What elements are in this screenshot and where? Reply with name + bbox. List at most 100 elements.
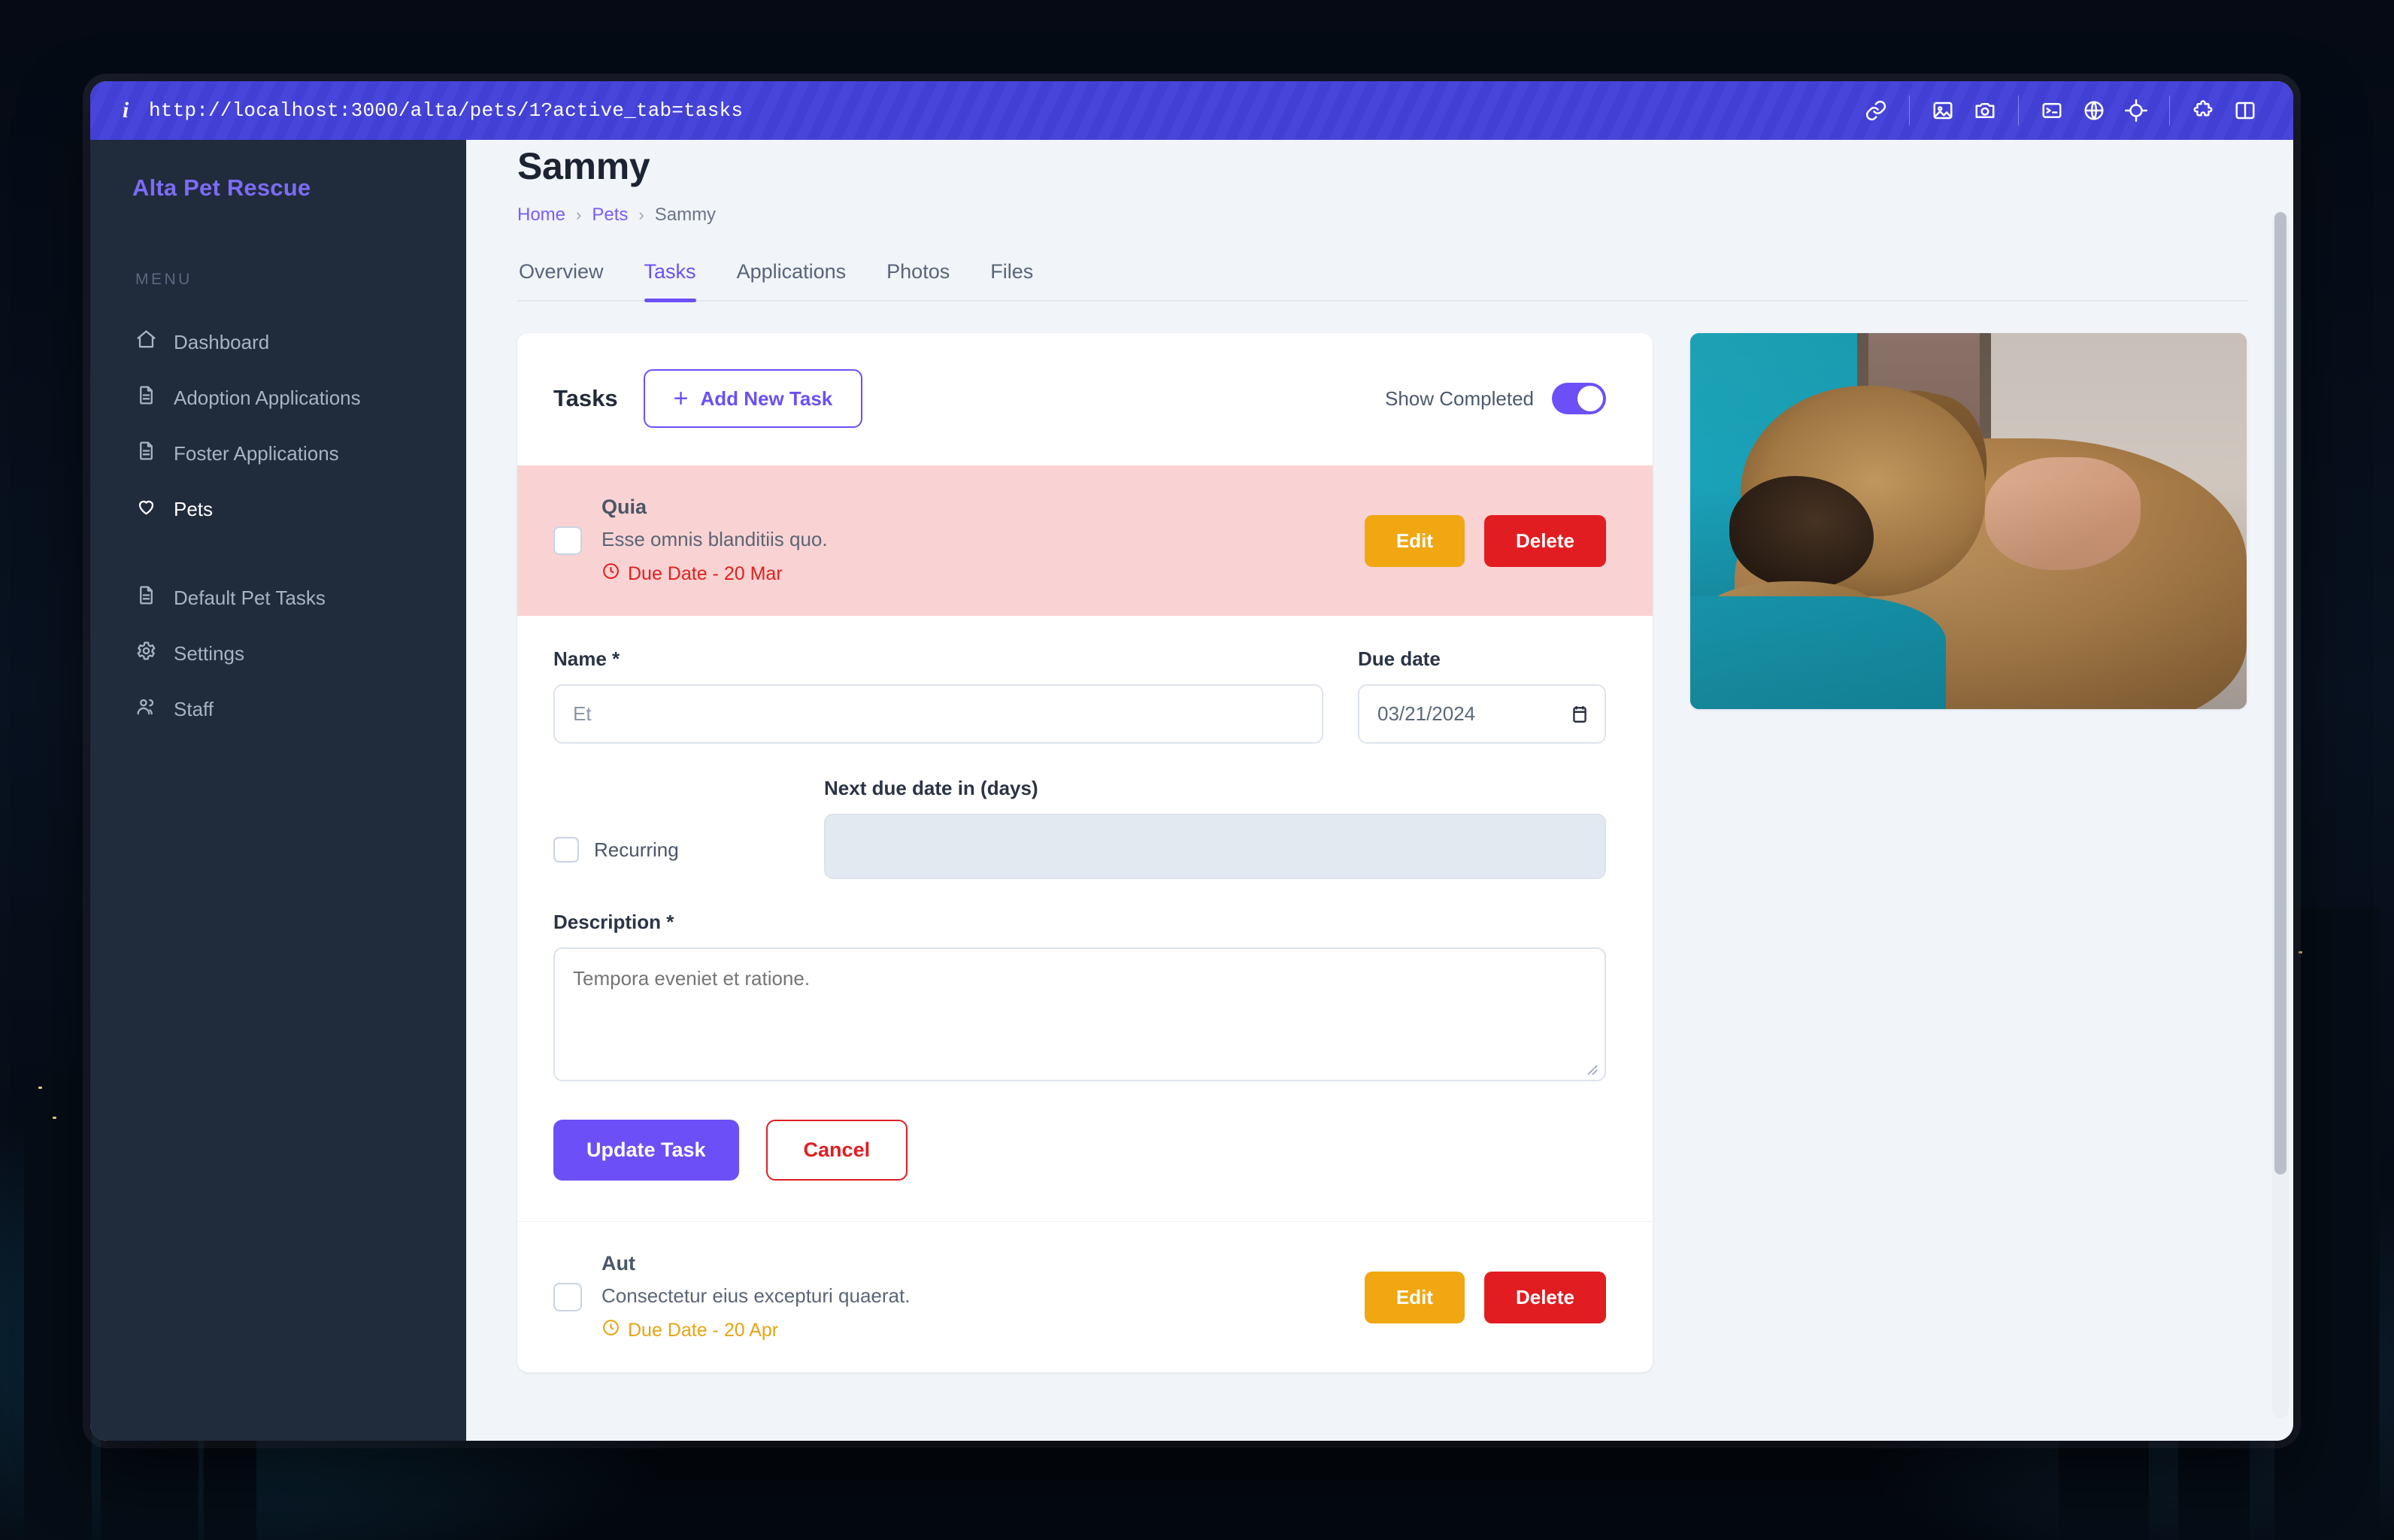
- due-date-input[interactable]: [1358, 684, 1606, 744]
- browser-window: i http://localhost:3000/alta/pets/1?acti…: [90, 81, 2293, 1441]
- sidebar-item-dashboard[interactable]: Dashboard: [90, 314, 466, 370]
- tab-overview[interactable]: Overview: [519, 260, 604, 300]
- camera-icon[interactable]: [1964, 89, 2006, 132]
- task-checkbox[interactable]: [553, 526, 582, 555]
- menu-section-label: MENU: [135, 271, 192, 288]
- table-row: Aut Consectetur eius excepturi quaerat. …: [517, 1221, 1653, 1372]
- home-icon: [135, 329, 157, 356]
- desktop-wallpaper: i http://localhost:3000/alta/pets/1?acti…: [0, 0, 2394, 1540]
- tasks-title: Tasks: [553, 385, 618, 411]
- scrollbar-thumb[interactable]: [2274, 212, 2286, 1175]
- task-body: Quia Esse omnis blanditiis quo. Due Date…: [602, 496, 1342, 586]
- sidebar-item-label: Foster Applications: [174, 441, 339, 465]
- globe-icon[interactable]: [2073, 89, 2115, 132]
- show-completed-label: Show Completed: [1385, 387, 1534, 410]
- sidebar-item-foster-applications[interactable]: Foster Applications: [90, 426, 466, 481]
- sidebar-item-label: Default Pet Tasks: [174, 586, 326, 609]
- breadcrumb-separator: ›: [576, 205, 582, 224]
- breadcrumb: Home › Pets › Sammy: [517, 205, 2248, 226]
- task-due-date: Due Date - 20 Apr: [602, 1318, 1342, 1342]
- breadcrumb-pets[interactable]: Pets: [592, 205, 628, 226]
- recurring-checkbox[interactable]: [553, 837, 579, 862]
- tab-photos[interactable]: Photos: [886, 260, 950, 300]
- tasks-card: Tasks + Add New Task Show Completed Quia…: [517, 333, 1653, 1372]
- brand-title: Alta Pet Rescue: [132, 174, 311, 201]
- tab-tasks[interactable]: Tasks: [644, 260, 696, 302]
- recurring-field-group: Recurring: [553, 837, 824, 879]
- split-panel-icon[interactable]: [2224, 89, 2266, 132]
- target-icon[interactable]: [2115, 89, 2157, 132]
- photo-shading: [1690, 333, 2247, 709]
- task-description: Consectetur eius excepturi quaerat.: [602, 1284, 911, 1307]
- main-content: Sammy Home › Pets › Sammy Overview Tasks…: [466, 140, 2293, 1441]
- sidebar-item-label: Pets: [174, 497, 214, 520]
- document-icon: [135, 384, 157, 411]
- tab-applications[interactable]: Applications: [737, 260, 847, 300]
- next-due-label: Next due date in (days): [824, 777, 1038, 799]
- browser-toolbar: i http://localhost:3000/alta/pets/1?acti…: [90, 81, 2293, 140]
- vertical-scrollbar[interactable]: [2272, 212, 2289, 1418]
- delete-button[interactable]: Delete: [1483, 514, 1606, 567]
- task-actions: Edit Delete: [1364, 1271, 1606, 1323]
- task-due-text: Due Date - 20 Mar: [628, 562, 783, 584]
- task-due-date: Due Date - 20 Mar: [602, 562, 1342, 586]
- next-due-field-group: Next due date in (days): [824, 777, 1606, 879]
- clock-icon: [602, 1318, 620, 1342]
- url-text[interactable]: http://localhost:3000/alta/pets/1?active…: [149, 99, 743, 122]
- show-completed-group: Show Completed: [1385, 383, 1606, 414]
- gear-icon: [135, 640, 157, 667]
- toolbar-icon-group: [1855, 89, 2266, 132]
- sidebar-item-label: Dashboard: [174, 330, 270, 353]
- sidebar-item-label: Settings: [174, 641, 244, 665]
- task-description: Esse omnis blanditiis quo.: [602, 528, 828, 550]
- plus-icon: +: [673, 384, 689, 413]
- sidebar-divider-gap: [90, 537, 466, 570]
- edit-task-form: Name * Due date: [517, 616, 1653, 1221]
- users-icon: [135, 696, 157, 723]
- clock-icon: [602, 562, 620, 586]
- task-actions: Edit Delete: [1364, 514, 1606, 567]
- breadcrumb-home[interactable]: Home: [517, 205, 565, 226]
- next-due-input[interactable]: [824, 814, 1606, 879]
- recurring-label: Recurring: [594, 838, 679, 861]
- edit-button[interactable]: Edit: [1364, 514, 1465, 567]
- name-field-group: Name *: [553, 647, 1323, 744]
- task-body: Aut Consectetur eius excepturi quaerat. …: [602, 1252, 1342, 1342]
- toolbar-divider: [2169, 95, 2170, 126]
- cancel-button[interactable]: Cancel: [765, 1120, 908, 1181]
- sidebar-item-staff[interactable]: Staff: [90, 681, 466, 737]
- sidebar-item-label: Adoption Applications: [174, 386, 361, 409]
- terminal-icon[interactable]: [2031, 89, 2073, 132]
- puzzle-icon[interactable]: [2182, 89, 2224, 132]
- table-row: Quia Esse omnis blanditiis quo. Due Date…: [517, 465, 1653, 616]
- description-label: Description *: [553, 911, 674, 933]
- show-completed-toggle[interactable]: [1552, 383, 1606, 414]
- update-task-button[interactable]: Update Task: [553, 1120, 739, 1181]
- sidebar: Alta Pet Rescue MENU Dashboard Adoption …: [90, 140, 466, 1441]
- task-checkbox[interactable]: [553, 1283, 582, 1311]
- tab-files[interactable]: Files: [990, 260, 1033, 300]
- tasks-header: Tasks + Add New Task Show Completed: [517, 333, 1653, 465]
- name-label: Name *: [553, 647, 620, 670]
- task-due-text: Due Date - 20 Apr: [628, 1319, 779, 1341]
- breadcrumb-separator: ›: [638, 205, 644, 224]
- edit-button[interactable]: Edit: [1364, 1271, 1465, 1323]
- document-icon: [135, 440, 157, 467]
- sidebar-item-pets[interactable]: Pets: [90, 481, 466, 537]
- link-icon[interactable]: [1855, 89, 1897, 132]
- name-input[interactable]: [553, 684, 1323, 744]
- add-new-task-button[interactable]: + Add New Task: [643, 369, 863, 428]
- tab-bar: Overview Tasks Applications Photos Files: [517, 260, 2248, 302]
- pet-photo: [1690, 333, 2247, 709]
- description-field-group: Description *: [553, 911, 1606, 1085]
- delete-button[interactable]: Delete: [1483, 1271, 1606, 1323]
- task-name: Quia: [602, 496, 647, 518]
- add-new-task-label: Add New Task: [700, 387, 833, 410]
- sidebar-item-adoption-applications[interactable]: Adoption Applications: [90, 370, 466, 426]
- image-icon[interactable]: [1922, 89, 1964, 132]
- description-input[interactable]: [553, 947, 1606, 1081]
- sidebar-item-settings[interactable]: Settings: [90, 626, 466, 681]
- photo-panel: [1690, 333, 2247, 709]
- sidebar-item-default-pet-tasks[interactable]: Default Pet Tasks: [90, 570, 466, 626]
- due-date-field-group: Due date: [1358, 647, 1606, 744]
